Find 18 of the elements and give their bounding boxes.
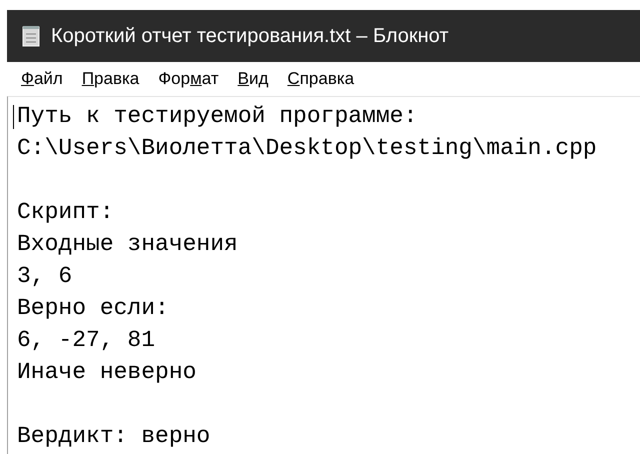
menu-item[interactable]: Формат [158,66,219,92]
menu-item[interactable]: Правка [82,66,140,92]
text-cursor [13,105,14,129]
window-title: Короткий отчет тестирования.txt – Блокнот [51,24,448,49]
text-line: Путь к тестируемой программе: [17,103,418,129]
text-line: Скрипт: [17,199,114,225]
menu-item[interactable]: Вид [238,66,268,92]
text-line: 3, 6 [17,263,72,289]
menu-item[interactable]: Справка [287,66,354,92]
text-line: Верно если: [17,295,169,321]
text-line: Вердикт: верно [17,423,210,449]
text-line: 6, -27, 81 [17,327,156,353]
text-line: Иначе неверно [17,359,196,385]
text-line: C:\Users\Виолетта\Desktop\testing\main.cpp [17,135,597,161]
text-editor[interactable]: Путь к тестируемой программе: C:\Users\Виолетта\Desktop\testing\main.cpp Скрипт: Входные значения 3, 6 Верно если: 6, -27, 81 Иначе неверно Вердикт: верно [7,96,640,454]
menu-item[interactable]: Файл [21,66,63,92]
notepad-icon [21,25,41,47]
text-line: Входные значения [17,231,238,257]
